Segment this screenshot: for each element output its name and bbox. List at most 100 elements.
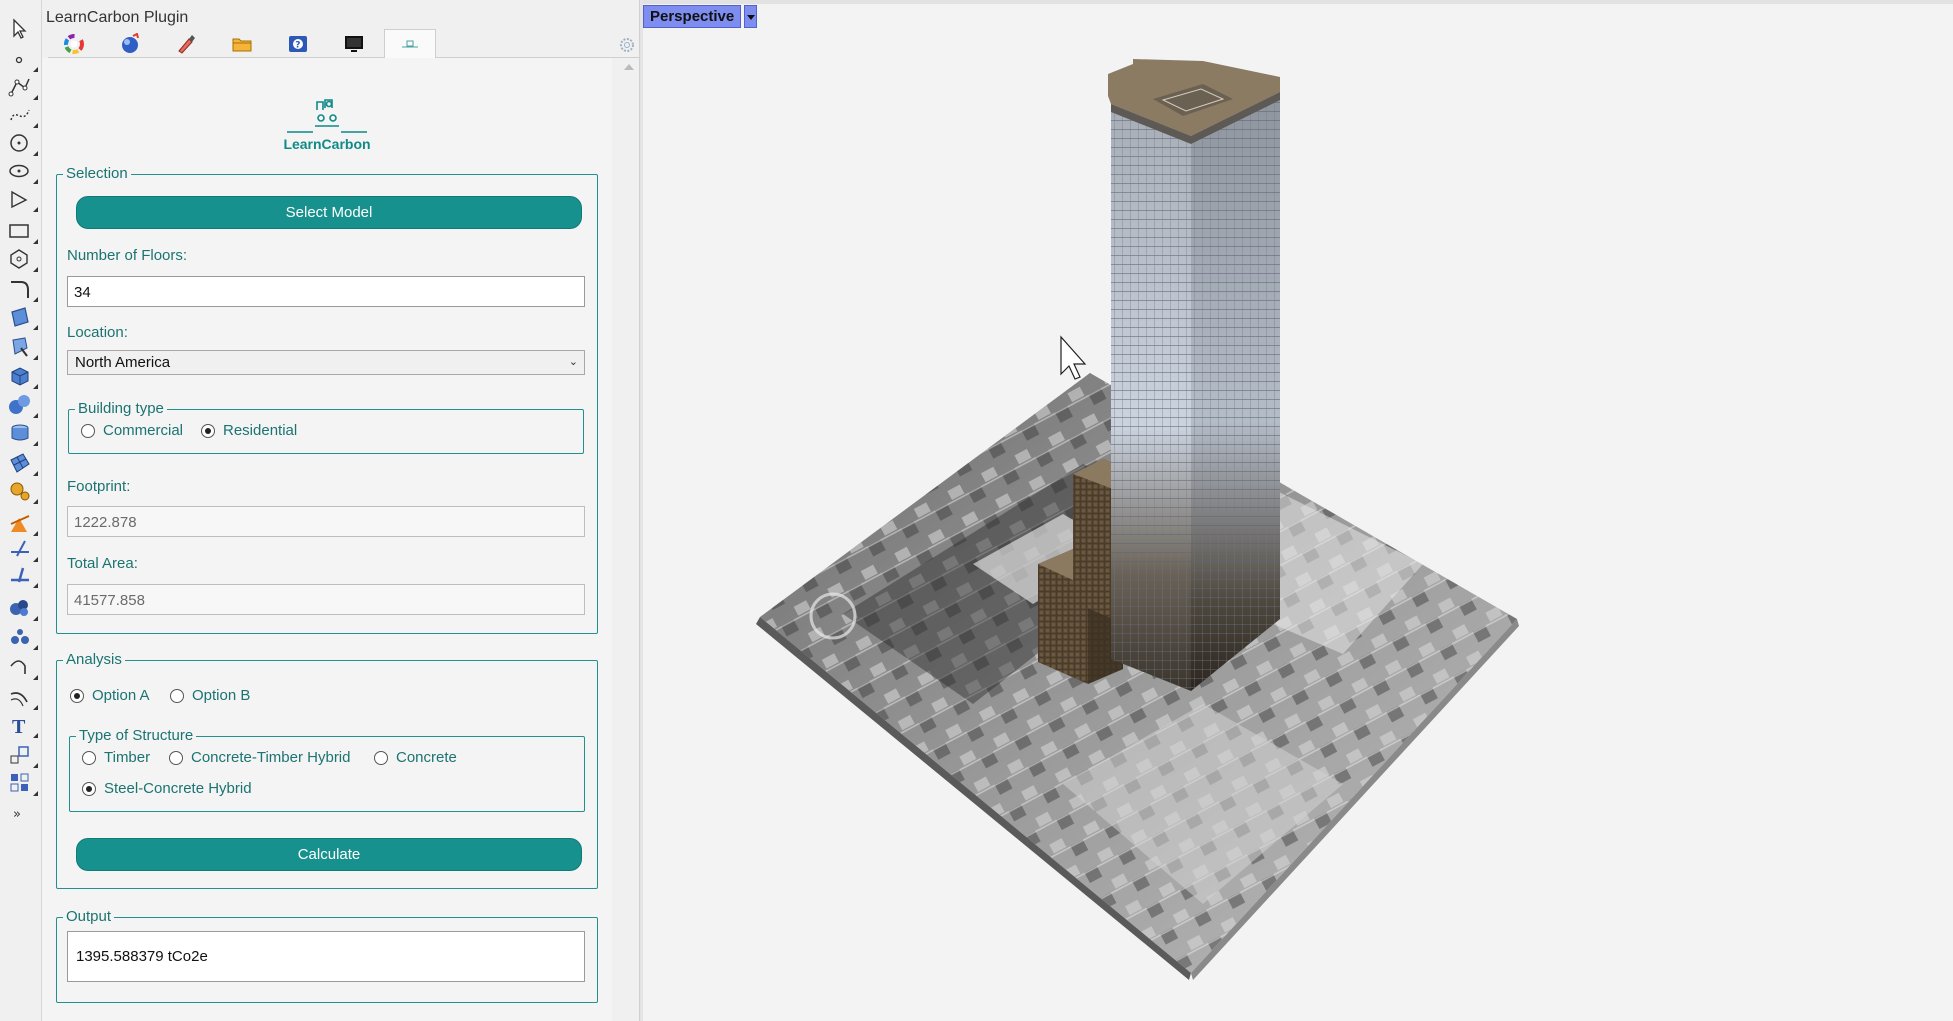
radio-option-a-dot (70, 688, 84, 703)
radio-concrete[interactable]: Concrete (374, 749, 457, 766)
offset-curve-icon[interactable] (7, 684, 38, 710)
radio-option-b[interactable]: Option B (170, 687, 250, 704)
arc-icon[interactable] (7, 186, 38, 212)
viewport-menu-dropdown[interactable] (744, 5, 757, 28)
calculate-button[interactable]: Calculate (76, 838, 582, 871)
radio-steel-concrete-hybrid-dot (82, 781, 96, 796)
ellipse-icon[interactable] (7, 158, 38, 184)
radio-option-b-label: Option B (192, 687, 251, 704)
text-icon[interactable]: T (7, 712, 38, 738)
cylinder-icon[interactable] (7, 420, 38, 446)
radio-timber-label: Timber (104, 749, 151, 766)
learncarbon-icon (402, 40, 418, 48)
settings-gear-icon[interactable] (618, 36, 636, 54)
boolean-icon[interactable] (7, 595, 38, 621)
mesh-icon[interactable] (7, 450, 38, 476)
spheres-icon[interactable] (7, 392, 38, 418)
transform-icon[interactable] (7, 510, 38, 536)
scroll-up-icon[interactable] (624, 64, 634, 70)
location-select[interactable]: North America ⌄ (67, 350, 585, 375)
radio-commercial-label: Commercial (103, 422, 184, 439)
material-sphere-icon (122, 33, 139, 53)
3d-scene (756, 59, 1519, 980)
radio-option-a[interactable]: Option A (70, 687, 150, 704)
radio-concrete-timber-hybrid-dot (169, 750, 183, 765)
output-field[interactable]: 1395.588379 tCo2e (67, 931, 585, 982)
surface-icon[interactable] (7, 304, 38, 330)
radio-concrete-label: Concrete (396, 749, 457, 766)
fillet-icon[interactable] (7, 276, 38, 302)
radio-concrete-timber-hybrid-label: Concrete-Timber Hybrid (191, 749, 351, 766)
radio-timber[interactable]: Timber (82, 749, 150, 766)
building-type-group: Building type Commercial Residential (68, 400, 584, 454)
scale-icon[interactable] (7, 742, 38, 768)
radio-commercial[interactable]: Commercial (81, 422, 183, 439)
radio-timber-dot (82, 750, 96, 765)
tab-help[interactable]: ? (272, 30, 324, 58)
svg-text:»: » (13, 807, 21, 822)
building-type-legend: Building type (75, 400, 167, 417)
rectangle-icon[interactable] (7, 218, 38, 244)
tab-color-wheel[interactable] (48, 30, 100, 58)
tab-material[interactable] (104, 30, 156, 58)
radio-residential-label: Residential (223, 422, 298, 439)
plugin-panel: LearnCarbon Plugin ? LearnCarbon Selecti… (42, 0, 643, 1021)
chevron-down-icon: ⌄ (568, 356, 578, 368)
split-icon[interactable] (7, 624, 38, 650)
select-model-button[interactable]: Select Model (76, 196, 582, 229)
mouse-cursor-icon (1060, 335, 1087, 380)
radio-option-b-dot (170, 688, 184, 703)
structure-type-group: Type of Structure Timber Concrete-Timber… (69, 727, 585, 812)
polygon-icon[interactable] (7, 246, 38, 272)
footprint-label: Footprint: (67, 478, 131, 495)
expand-icon[interactable]: » (7, 800, 33, 822)
help-icon: ? (289, 36, 307, 52)
radio-residential[interactable]: Residential (201, 422, 297, 439)
radio-concrete-timber-hybrid[interactable]: Concrete-Timber Hybrid (169, 749, 351, 766)
structure-type-legend: Type of Structure (76, 727, 197, 744)
selection-legend: Selection (63, 165, 131, 182)
tab-texture[interactable] (160, 30, 212, 58)
folder-icon (232, 38, 252, 52)
location-selected-value: North America (75, 354, 171, 371)
radio-residential-dot (201, 423, 215, 438)
learncarbon-logo-icon (287, 99, 367, 133)
total-area-field[interactable]: 41577.858 (67, 584, 585, 615)
radio-concrete-dot (374, 750, 388, 765)
box-icon[interactable] (7, 363, 38, 389)
footprint-field[interactable]: 1222.878 (67, 506, 585, 537)
selection-group: Selection Select Model Number of Floors:… (56, 165, 598, 634)
viewport-title-tab[interactable]: Perspective (643, 5, 742, 28)
logo-text: LearnCarbon (283, 136, 371, 152)
office-tower (1108, 59, 1280, 691)
tab-learncarbon[interactable] (384, 29, 436, 59)
radio-option-a-label: Option A (92, 687, 150, 704)
output-group: Output 1395.588379 tCo2e (56, 908, 598, 1003)
radio-steel-concrete-hybrid[interactable]: Steel-Concrete Hybrid (82, 780, 252, 797)
trim-icon[interactable] (7, 562, 38, 588)
panel-scrollbar[interactable] (620, 58, 636, 1021)
analysis-group: Analysis Option A Option B Type of Struc… (56, 651, 598, 889)
point-icon[interactable] (7, 46, 38, 72)
circle-icon[interactable] (7, 130, 38, 156)
array-icon[interactable] (7, 770, 38, 796)
paint-brush-icon (178, 35, 195, 54)
extrude-surface-icon[interactable] (7, 334, 38, 360)
dimension-icon[interactable] (7, 536, 38, 562)
output-legend: Output (63, 908, 115, 925)
blend-curve-icon[interactable] (7, 654, 38, 680)
total-area-label: Total Area: (67, 555, 138, 572)
floors-input[interactable]: 34 (67, 276, 585, 307)
gear-tools-icon[interactable] (7, 478, 38, 504)
learncarbon-logo: LearnCarbon (277, 96, 377, 152)
select-arrow-icon[interactable] (7, 16, 33, 42)
svg-text:T: T (12, 716, 26, 738)
tab-display[interactable] (328, 30, 380, 58)
curve-icon[interactable] (7, 102, 38, 128)
panel-content: LearnCarbon Selection Select Model Numbe… (42, 58, 612, 1021)
perspective-viewport[interactable]: Perspective (643, 0, 1953, 1021)
polyline-icon[interactable] (7, 74, 38, 100)
location-label: Location: (67, 324, 128, 341)
tab-files[interactable] (216, 30, 268, 58)
tool-strip: T » (0, 0, 42, 1021)
